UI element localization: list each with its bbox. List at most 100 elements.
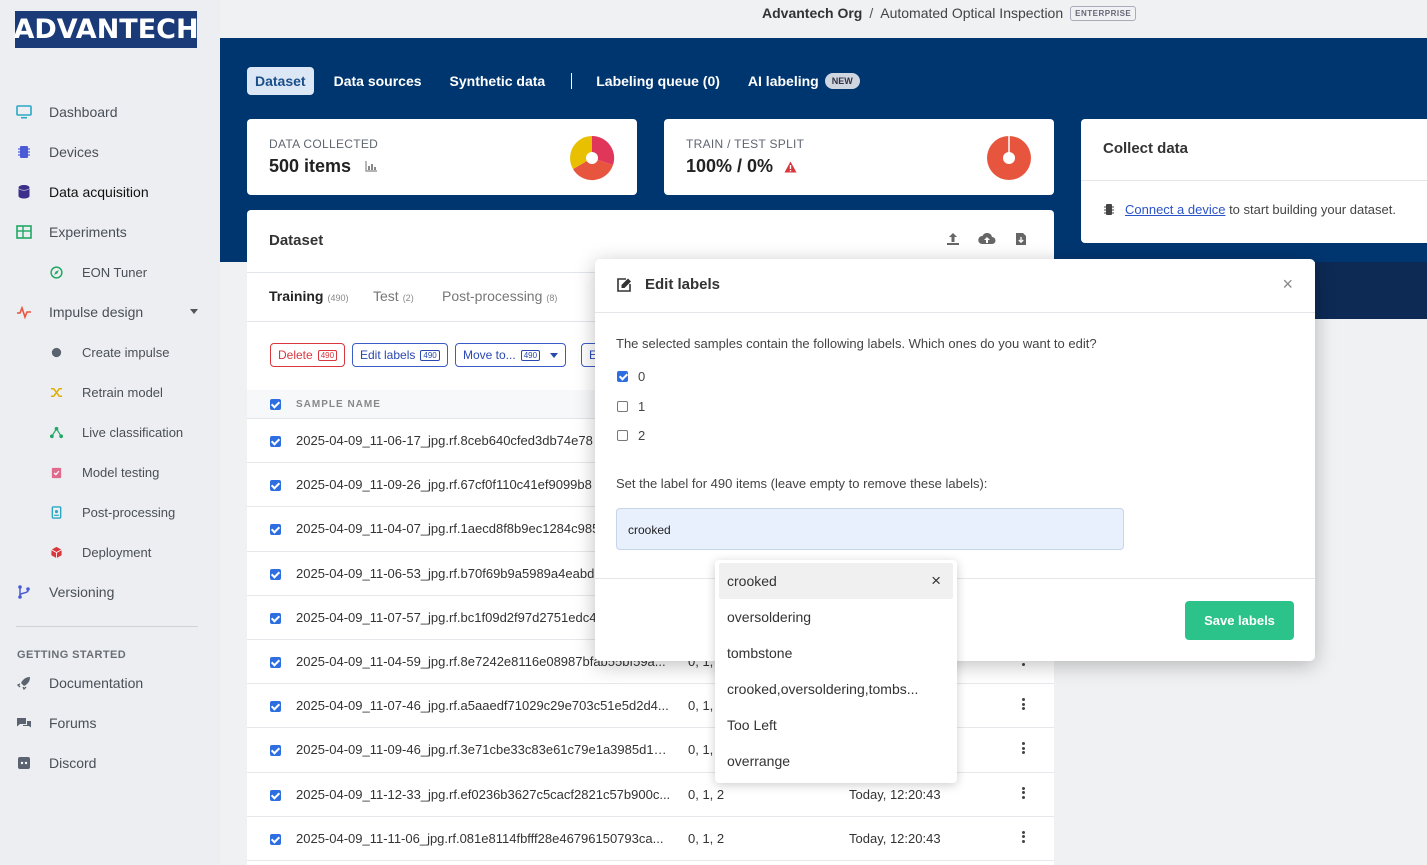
sidebar-item-retrain-model[interactable]: Retrain model	[0, 372, 220, 412]
suggestion-item[interactable]: crooked ×	[719, 563, 953, 599]
breadcrumb-project[interactable]: Automated Optical Inspection	[880, 5, 1063, 21]
sidebar-item-post-processing[interactable]: Post-processing	[0, 492, 220, 532]
move-to-button[interactable]: Move to... 490	[455, 343, 567, 367]
row-checkbox[interactable]	[270, 524, 281, 536]
row-checkbox[interactable]	[270, 745, 281, 757]
compass-icon	[50, 265, 63, 279]
download-icon[interactable]	[1015, 232, 1027, 246]
brand-logo[interactable]: ADVANTECH	[13, 11, 199, 48]
subtab-test[interactable]: Test (2)	[373, 288, 414, 304]
sidebar-item-devices[interactable]: Devices	[0, 132, 220, 172]
tab-label: AI labeling	[747, 73, 819, 89]
select-all-checkbox[interactable]	[270, 399, 281, 410]
set-label-text: Set the label for 490 items (leave empty…	[616, 476, 988, 491]
row-menu-icon[interactable]	[1022, 698, 1025, 711]
row-menu-icon[interactable]	[1022, 830, 1025, 843]
sidebar-item-label: Data acquisition	[49, 184, 149, 200]
collect-data-text: Connect a device to start building your …	[1103, 202, 1396, 217]
tab-data-sources[interactable]: Data sources	[326, 67, 430, 95]
subtab-count: (8)	[546, 293, 558, 303]
label-option-1[interactable]: 1	[617, 399, 645, 414]
subtab-post-processing[interactable]: Post-processing (8)	[442, 288, 557, 304]
table-row[interactable]: 2025-04-09_11-11-06_jpg.rf.081e8114fbfff…	[247, 817, 1054, 861]
cloud-upload-icon[interactable]	[978, 232, 996, 246]
branch-icon	[18, 585, 30, 599]
column-header-sample-name[interactable]: SAMPLE NAME	[296, 399, 381, 410]
sample-labels: 0, 1, 2	[688, 786, 725, 802]
row-checkbox[interactable]	[270, 480, 281, 492]
sidebar-item-documentation[interactable]: Documentation	[0, 663, 220, 703]
save-labels-button[interactable]: Save labels	[1185, 601, 1294, 640]
clear-icon[interactable]: ×	[931, 571, 941, 591]
row-checkbox[interactable]	[270, 701, 281, 713]
sidebar-item-label: Impulse design	[49, 304, 144, 320]
sidebar-item-forums[interactable]: Forums	[0, 703, 220, 743]
sidebar: ADVANTECH Dashboard Devices Data acquisi…	[0, 0, 220, 865]
sample-name: 2025-04-09_11-12-33_jpg.rf.ef0236b3627c5…	[296, 786, 671, 802]
row-checkbox[interactable]	[270, 656, 281, 668]
sidebar-item-model-testing[interactable]: Model testing	[0, 452, 220, 492]
suggestion-item[interactable]: crooked,oversoldering,tombs...	[719, 671, 953, 707]
upload-icon[interactable]	[946, 232, 960, 246]
suggestion-item[interactable]: Too Left	[719, 707, 953, 743]
tab-dataset[interactable]: Dataset	[247, 67, 314, 95]
row-checkbox[interactable]	[270, 568, 281, 580]
collect-data-card: Collect data Connect a device to start b…	[1081, 119, 1427, 243]
sidebar-item-dashboard[interactable]: Dashboard	[0, 92, 220, 132]
close-icon[interactable]: ×	[1282, 274, 1293, 295]
sidebar-item-discord[interactable]: Discord	[0, 743, 220, 783]
collect-data-background	[1315, 262, 1427, 319]
tab-synthetic-data[interactable]: Synthetic data	[442, 67, 554, 95]
chevron-down-icon[interactable]	[190, 309, 198, 314]
sample-name: 2025-04-09_11-11-06_jpg.rf.081e8114fbfff…	[296, 830, 664, 846]
tab-ai-labeling[interactable]: AI labeling NEW	[740, 67, 868, 95]
row-checkbox[interactable]	[270, 833, 281, 845]
sample-name: 2025-04-09_11-07-46_jpg.rf.a5aaedf71029c…	[296, 698, 669, 714]
sidebar-item-label: Discord	[49, 755, 97, 771]
data-collected-count: 500 items	[269, 156, 352, 176]
edit-labels-count-badge: 490	[420, 349, 440, 361]
sidebar-item-impulse-design[interactable]: Impulse design	[0, 292, 220, 332]
dataset-title: Dataset	[269, 232, 324, 249]
label-option-0[interactable]: 0	[617, 369, 645, 384]
subtab-count: (490)	[327, 293, 349, 303]
row-menu-icon[interactable]	[1022, 742, 1025, 755]
label-checkbox[interactable]	[617, 371, 628, 382]
row-checkbox[interactable]	[270, 612, 281, 624]
chip-icon	[1104, 204, 1114, 215]
sidebar-item-label: Post-processing	[82, 504, 176, 520]
sidebar-item-deployment[interactable]: Deployment	[0, 532, 220, 572]
suggestion-item[interactable]: tombstone	[719, 635, 953, 671]
sidebar-item-live-classification[interactable]: Live classification	[0, 412, 220, 452]
sidebar-item-create-impulse[interactable]: Create impulse	[0, 332, 220, 372]
suggestion-item[interactable]: oversoldering	[719, 599, 953, 635]
row-checkbox[interactable]	[270, 436, 281, 447]
train-test-split-ratio: 100% / 0%	[686, 156, 774, 176]
label-checkbox[interactable]	[617, 430, 628, 441]
train-test-split-label: TRAIN / TEST SPLIT	[686, 137, 805, 151]
subtab-count: (2)	[402, 293, 414, 303]
dot-icon	[51, 347, 62, 357]
sidebar-item-eon-tuner[interactable]: EON Tuner	[0, 252, 220, 292]
subtab-training[interactable]: Training (490)	[269, 288, 348, 304]
sidebar-item-versioning[interactable]: Versioning	[0, 572, 220, 612]
edit-labels-button[interactable]: Edit labels 490	[352, 343, 448, 367]
bar-chart-icon[interactable]	[365, 161, 378, 172]
row-checkbox[interactable]	[270, 789, 281, 801]
row-menu-icon[interactable]	[1022, 786, 1025, 799]
train-test-split-card: TRAIN / TEST SPLIT 100% / 0%	[664, 119, 1054, 195]
tab-labeling-queue[interactable]: Labeling queue (0)	[588, 67, 728, 95]
warning-icon[interactable]	[784, 161, 797, 173]
sidebar-item-experiments[interactable]: Experiments	[0, 212, 220, 252]
label-option-2[interactable]: 2	[617, 428, 645, 443]
breadcrumb-org[interactable]: Advantech Org	[762, 5, 862, 21]
tab-divider	[571, 73, 573, 89]
sidebar-item-data-acquisition[interactable]: Data acquisition	[0, 172, 220, 212]
new-label-input[interactable]: crooked	[616, 508, 1124, 550]
suggestion-item[interactable]: overrange	[719, 743, 953, 779]
delete-button[interactable]: Delete 490	[270, 343, 346, 367]
suggestion-text: crooked	[727, 573, 777, 589]
train-test-split-value: 100% / 0%	[686, 156, 797, 177]
label-checkbox[interactable]	[617, 401, 628, 412]
connect-device-link[interactable]: Connect a device	[1125, 202, 1225, 217]
